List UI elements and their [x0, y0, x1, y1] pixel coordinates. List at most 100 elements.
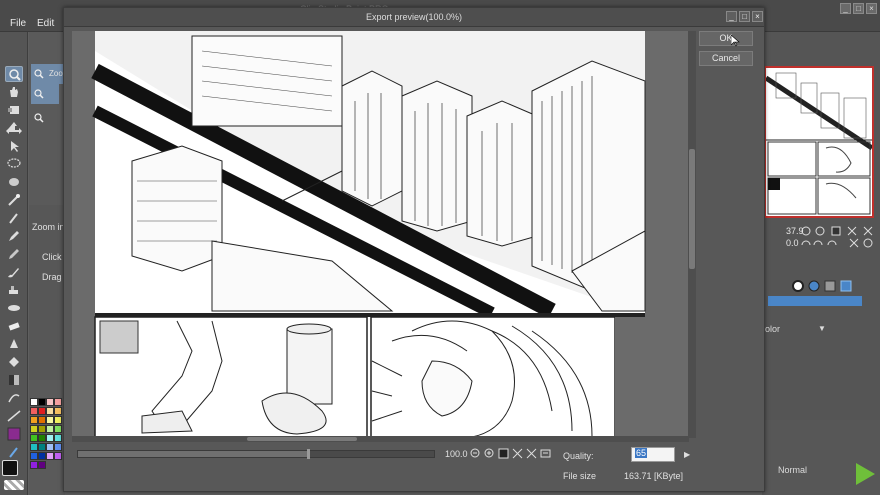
color-swatch[interactable] — [38, 416, 46, 424]
horizontal-scroll-thumb[interactable] — [247, 437, 357, 441]
preview-vertical-scrollbar[interactable] — [688, 31, 696, 438]
color-swatch[interactable] — [38, 434, 46, 442]
color-swatch[interactable] — [30, 461, 38, 469]
cancel-button[interactable]: Cancel — [699, 51, 753, 66]
flip-horizontal-icon[interactable] — [512, 448, 523, 459]
fit-window-icon[interactable] — [498, 448, 509, 459]
dialog-minimize-button[interactable]: _ — [726, 11, 737, 22]
gradient-tool[interactable] — [5, 372, 23, 388]
zoom-tool[interactable] — [5, 66, 23, 82]
color-swatch[interactable] — [54, 434, 62, 442]
drawing-color-box[interactable] — [2, 460, 18, 476]
lasso-icon — [7, 158, 21, 168]
transparent-color-icon[interactable] — [4, 480, 24, 490]
zoom-slider[interactable] — [77, 449, 435, 459]
export-preview-canvas[interactable] — [72, 31, 689, 438]
vertical-scroll-thumb[interactable] — [689, 149, 695, 269]
color-swatch[interactable] — [38, 452, 46, 460]
eraser-tool[interactable] — [5, 318, 23, 334]
color-swatch[interactable] — [46, 398, 54, 406]
main-color-swatch[interactable] — [5, 426, 23, 442]
color-swatch[interactable] — [46, 443, 54, 451]
figure-tool[interactable] — [5, 390, 23, 406]
quality-value: 65 — [635, 448, 648, 458]
magic-wand-icon — [8, 194, 20, 206]
navigator-rotate-controls[interactable] — [800, 237, 880, 249]
operation-tool[interactable] — [5, 138, 23, 154]
color-swatch[interactable] — [38, 461, 46, 469]
color-swatch[interactable] — [54, 443, 62, 451]
sub-color-tool[interactable] — [5, 444, 23, 460]
pen-tool[interactable] — [5, 228, 23, 244]
color-swatch[interactable] — [30, 407, 38, 415]
move-layer-tool[interactable] — [5, 120, 23, 136]
color-swatch[interactable] — [46, 416, 54, 424]
color-swatch[interactable] — [30, 452, 38, 460]
quality-slider-arrow-icon[interactable]: ▶ — [684, 450, 690, 459]
play-icon — [856, 463, 875, 485]
fill-tool[interactable] — [5, 354, 23, 370]
color-swatch[interactable] — [54, 407, 62, 415]
ruler-tool[interactable] — [5, 408, 23, 424]
zoom-out-icon[interactable] — [470, 448, 481, 459]
brush-tool[interactable] — [5, 264, 23, 280]
color-swatch[interactable] — [54, 416, 62, 424]
airbrush-tool[interactable] — [5, 282, 23, 298]
rotate-tool[interactable] — [5, 102, 23, 118]
color-swatch[interactable] — [54, 398, 62, 406]
color-swatch[interactable] — [30, 425, 38, 433]
navigator-preview-image — [766, 68, 872, 216]
dialog-close-button[interactable]: × — [752, 11, 763, 22]
color-mode-buttons[interactable] — [792, 279, 852, 293]
quality-label: Quality: — [563, 451, 594, 461]
ok-button[interactable]: OK — [699, 31, 753, 46]
navigator-thumbnail[interactable] — [764, 66, 874, 218]
dialog-title: Export preview(100.0%) — [365, 12, 463, 22]
color-swatch[interactable] — [38, 407, 46, 415]
maximize-button[interactable]: □ — [853, 3, 864, 14]
quality-input[interactable]: 65 — [631, 447, 675, 462]
decoration-tool[interactable] — [5, 300, 23, 316]
subtool-zoom-out[interactable] — [31, 108, 59, 128]
lasso-tool[interactable] — [5, 156, 23, 172]
color-swatch[interactable] — [46, 407, 54, 415]
pencil-tool[interactable] — [5, 246, 23, 262]
color-swatch[interactable] — [54, 452, 62, 460]
actual-size-icon[interactable] — [540, 448, 551, 459]
flip-vertical-icon[interactable] — [526, 448, 537, 459]
eyedropper-tool[interactable] — [5, 210, 23, 226]
color-swatch[interactable] — [30, 398, 38, 406]
preview-horizontal-scrollbar[interactable] — [72, 436, 689, 442]
color-swatch[interactable] — [30, 434, 38, 442]
color-swatch[interactable] — [46, 452, 54, 460]
subtool-zoom[interactable]: Zoo — [31, 64, 63, 84]
navigator-zoom-controls[interactable] — [800, 225, 880, 237]
color-swatch[interactable] — [30, 416, 38, 424]
color-swatch[interactable] — [38, 425, 46, 433]
color-swatch[interactable] — [38, 398, 46, 406]
zoom-slider-knob[interactable] — [307, 449, 310, 459]
minimize-button[interactable]: _ — [840, 3, 851, 14]
magic-wand-tool[interactable] — [5, 192, 23, 208]
dialog-maximize-button[interactable]: □ — [739, 11, 750, 22]
color-swatch[interactable] — [46, 425, 54, 433]
app-window: File Edit Clip Studio Paint PRO _ □ × — [0, 0, 880, 495]
color-swatch[interactable] — [38, 443, 46, 451]
close-button[interactable]: × — [866, 3, 877, 14]
blend-mode-select[interactable]: Normal — [778, 465, 807, 475]
zoom-in-icon[interactable] — [484, 448, 495, 459]
selection-tool[interactable] — [5, 174, 23, 190]
color-swatch[interactable] — [46, 434, 54, 442]
zoom-in-label: Zoom in — [32, 222, 65, 232]
blend-tool[interactable] — [5, 336, 23, 352]
hand-tool[interactable] — [5, 84, 23, 100]
color-swatch[interactable] — [30, 443, 38, 451]
layer-property-bar[interactable] — [768, 296, 862, 306]
color-swatch[interactable] — [54, 425, 62, 433]
airbrush-icon — [9, 286, 18, 294]
menu-edit[interactable]: Edit — [37, 18, 54, 29]
filesize-value: 163.71 [KByte] — [624, 471, 684, 481]
subtool-zoom-in[interactable] — [31, 84, 59, 104]
chevron-down-icon[interactable]: ▼ — [818, 324, 826, 333]
menu-file[interactable]: File — [10, 18, 26, 29]
